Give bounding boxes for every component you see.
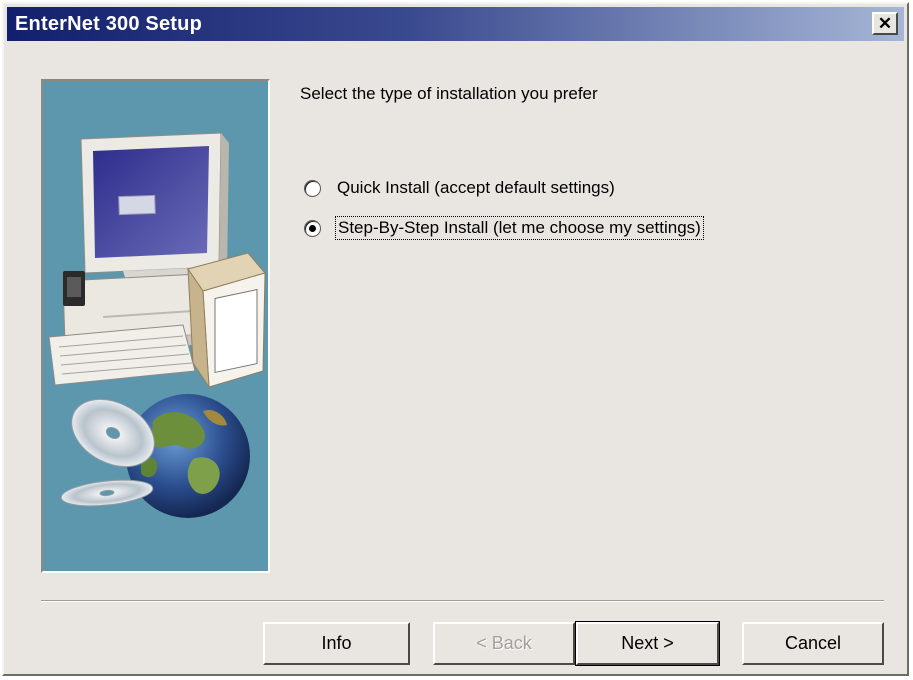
close-icon: ✕ [877, 14, 893, 33]
setup-dialog: EnterNet 300 Setup ✕ Select the type of … [2, 2, 909, 676]
install-type-prompt: Select the type of installation you pref… [300, 84, 598, 103]
cancel-button[interactable]: Cancel [742, 622, 884, 665]
info-button[interactable]: Info [263, 622, 410, 665]
computer-cd-globe-illustration [48, 132, 266, 518]
next-button[interactable]: Next > [575, 621, 720, 666]
quick-install-option[interactable]: Quick Install (accept default settings) [304, 175, 617, 201]
step-by-step-install-option[interactable]: Step-By-Step Install (let me choose my s… [304, 215, 704, 241]
step-by-step-install-radio[interactable] [304, 219, 321, 237]
title-bar[interactable]: EnterNet 300 Setup ✕ [7, 7, 904, 41]
close-button[interactable]: ✕ [872, 12, 898, 35]
setup-illustration [41, 79, 270, 573]
back-button[interactable]: < Back [433, 622, 575, 665]
button-separator [41, 600, 884, 602]
quick-install-radio[interactable] [304, 179, 321, 197]
window-title: EnterNet 300 Setup [15, 13, 202, 35]
quick-install-label[interactable]: Quick Install (accept default settings) [335, 177, 617, 199]
radio-selected-dot [309, 224, 316, 232]
step-by-step-install-label[interactable]: Step-By-Step Install (let me choose my s… [335, 216, 704, 240]
